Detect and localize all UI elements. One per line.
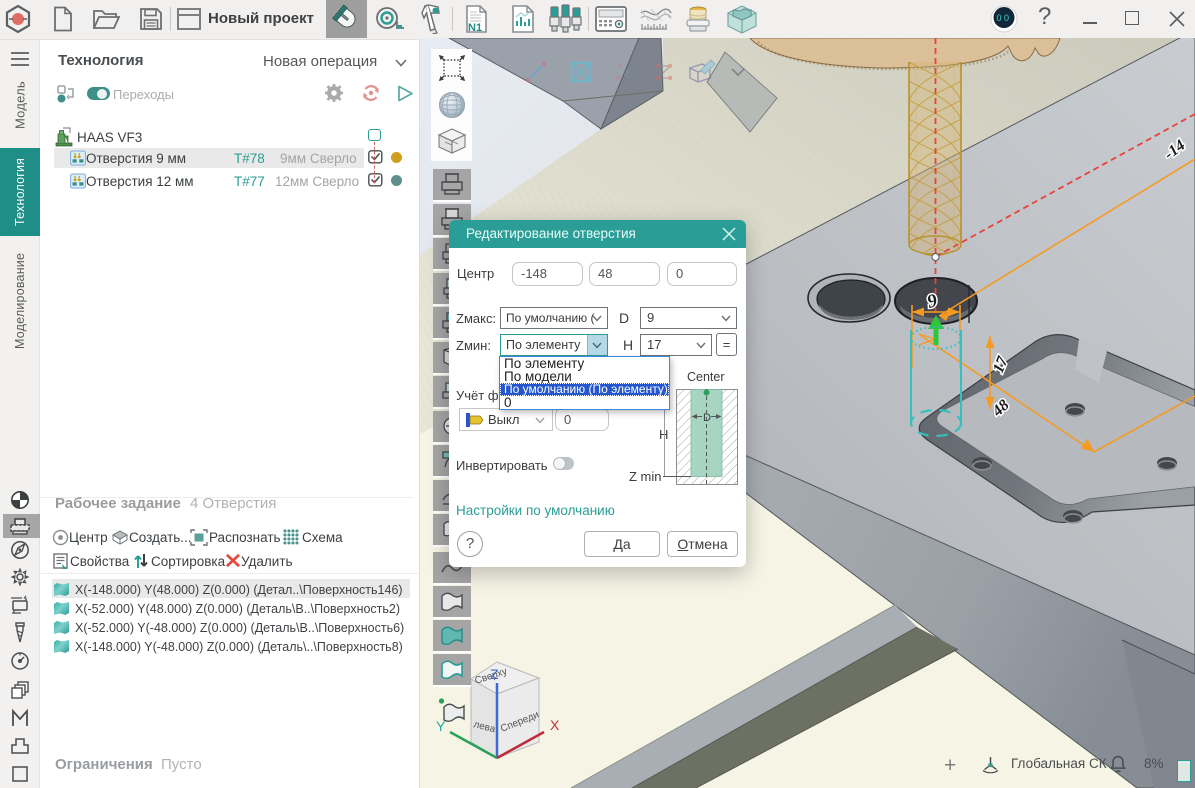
- svg-text:0 0: 0 0: [997, 13, 1010, 23]
- svg-text:X: X: [550, 717, 560, 733]
- svg-text:Z: Z: [490, 666, 499, 682]
- svg-text:N1: N1: [468, 22, 482, 34]
- svg-text:D: D: [703, 412, 711, 424]
